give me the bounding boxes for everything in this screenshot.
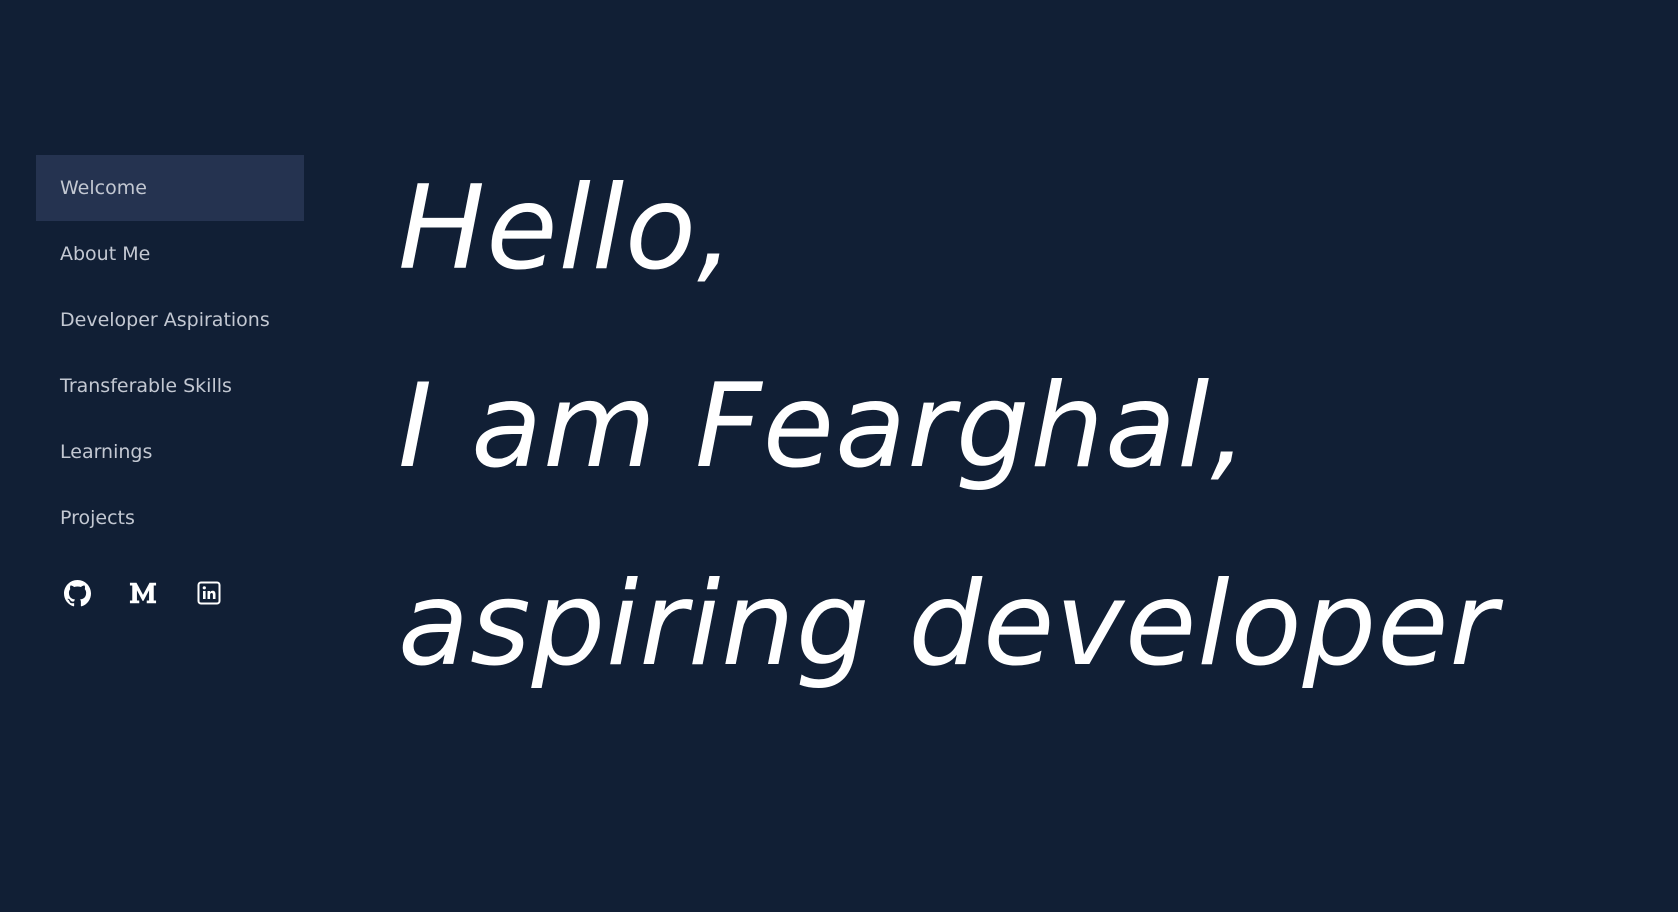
github-link[interactable] [63,579,91,607]
sidebar-item-projects[interactable]: Projects [36,485,304,551]
sidebar-item-welcome[interactable]: Welcome [36,155,304,221]
sidebar-item-label: Transferable Skills [60,375,232,397]
sidebar-item-label: About Me [60,243,151,265]
page: Welcome About Me Developer Aspirations T… [0,0,1678,912]
social-links [36,579,304,607]
sidebar-item-label: Developer Aspirations [60,309,270,331]
github-icon [63,579,91,606]
sidebar-item-learnings[interactable]: Learnings [36,419,304,485]
hero-name: I am Fearghal, [398,359,1249,494]
sidebar-item-developer-aspirations[interactable]: Developer Aspirations [36,287,304,353]
hero-greeting: Hello, [398,161,735,296]
medium-link[interactable] [129,579,157,607]
hero-tagline: aspiring developer [398,557,1499,692]
sidebar-item-label: Welcome [60,177,147,199]
linkedin-link[interactable] [195,579,223,607]
medium-icon [129,582,157,604]
hero-heading: Hello, I am Fearghal, aspiring developer [398,130,1498,724]
linkedin-icon [197,581,221,605]
sidebar-nav: Welcome About Me Developer Aspirations T… [36,155,304,607]
sidebar-item-label: Projects [60,507,135,529]
sidebar-item-about-me[interactable]: About Me [36,221,304,287]
sidebar-item-transferable-skills[interactable]: Transferable Skills [36,353,304,419]
sidebar-item-label: Learnings [60,441,153,463]
